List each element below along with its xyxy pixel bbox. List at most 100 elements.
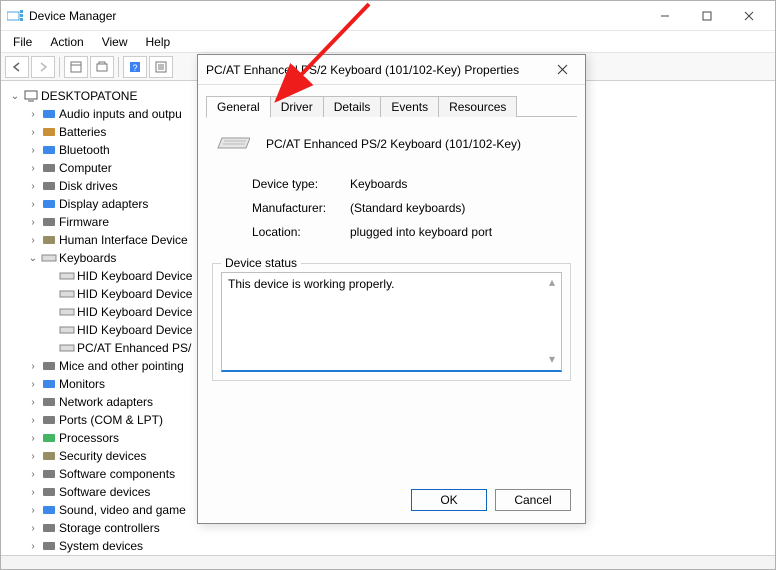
- tree-device-label: HID Keyboard Device: [77, 287, 192, 301]
- collapse-icon[interactable]: ⌄: [27, 252, 39, 264]
- cancel-button[interactable]: Cancel: [495, 489, 571, 511]
- category-icon: [41, 448, 57, 464]
- expand-icon[interactable]: ›: [27, 378, 39, 390]
- expand-icon[interactable]: ›: [27, 522, 39, 534]
- toolbar-help-button[interactable]: ?: [123, 56, 147, 78]
- tree-device-label: HID Keyboard Device: [77, 269, 192, 283]
- tab-general[interactable]: General: [206, 96, 271, 118]
- category-icon: [41, 538, 57, 554]
- expand-icon[interactable]: ›: [27, 414, 39, 426]
- expand-icon[interactable]: ›: [27, 180, 39, 192]
- expand-icon[interactable]: ›: [27, 396, 39, 408]
- maximize-button[interactable]: [687, 2, 727, 30]
- tree-item-label: Processors: [59, 431, 119, 445]
- expand-icon[interactable]: ›: [27, 504, 39, 516]
- tree-root-label: DESKTOPATONE: [41, 89, 137, 103]
- tree-device-label: HID Keyboard Device: [77, 305, 192, 319]
- menu-help[interactable]: Help: [138, 33, 179, 51]
- keyboard-icon: [216, 135, 250, 153]
- menu-file[interactable]: File: [5, 33, 40, 51]
- toolbar-button-4[interactable]: [149, 56, 173, 78]
- expand-icon[interactable]: ›: [27, 108, 39, 120]
- label-manufacturer: Manufacturer:: [252, 201, 350, 215]
- device-name: PC/AT Enhanced PS/2 Keyboard (101/102-Ke…: [266, 137, 521, 151]
- category-icon: [41, 376, 57, 392]
- expand-icon[interactable]: ›: [27, 432, 39, 444]
- expand-icon[interactable]: ›: [27, 360, 39, 372]
- menu-action[interactable]: Action: [42, 33, 91, 51]
- expand-icon[interactable]: ›: [27, 450, 39, 462]
- dialog-titlebar: PC/AT Enhanced PS/2 Keyboard (101/102-Ke…: [198, 55, 585, 85]
- keyboard-icon: [59, 340, 75, 356]
- tree-device-label: HID Keyboard Device: [77, 323, 192, 337]
- keyboard-icon: [59, 322, 75, 338]
- expand-icon[interactable]: ›: [27, 198, 39, 210]
- tree-device-label: PC/AT Enhanced PS/: [77, 341, 191, 355]
- close-button[interactable]: [729, 2, 769, 30]
- tree-item-label: Monitors: [59, 377, 105, 391]
- category-icon: [41, 430, 57, 446]
- tree-item-label: Disk drives: [59, 179, 118, 193]
- keyboard-icon: [59, 304, 75, 320]
- expand-icon[interactable]: ›: [27, 468, 39, 480]
- tree-item[interactable]: ›System devices: [27, 537, 771, 555]
- category-icon: [41, 466, 57, 482]
- label-device-type: Device type:: [252, 177, 350, 191]
- category-icon: [41, 232, 57, 248]
- category-icon: [41, 520, 57, 536]
- value-device-type: Keyboards: [350, 177, 407, 191]
- tree-item-label: Display adapters: [59, 197, 148, 211]
- device-status-text[interactable]: This device is working properly. ▴ ▾: [221, 272, 562, 372]
- tab-driver[interactable]: Driver: [270, 96, 324, 117]
- scrollbar[interactable]: ▴ ▾: [545, 275, 559, 366]
- svg-text:?: ?: [132, 63, 137, 73]
- toolbar-button-2[interactable]: [90, 56, 114, 78]
- window-title: Device Manager: [29, 9, 645, 23]
- status-bar: [1, 555, 775, 569]
- expand-icon[interactable]: ›: [27, 216, 39, 228]
- tree-item-label: Network adapters: [59, 395, 153, 409]
- app-icon: [7, 10, 23, 22]
- toolbar-button-1[interactable]: [64, 56, 88, 78]
- category-icon: [41, 412, 57, 428]
- scroll-down-icon[interactable]: ▾: [549, 352, 555, 366]
- expand-icon[interactable]: ›: [27, 144, 39, 156]
- tree-item-label: Software components: [59, 467, 175, 481]
- tree-item-label: Storage controllers: [59, 521, 160, 535]
- category-icon: [41, 142, 57, 158]
- tree-item-label: Audio inputs and outpu: [59, 107, 182, 121]
- expand-icon[interactable]: ›: [27, 126, 39, 138]
- tab-details[interactable]: Details: [323, 96, 382, 117]
- device-manager-window: Device Manager File Action View Help ? ⌄: [0, 0, 776, 570]
- scroll-up-icon[interactable]: ▴: [549, 275, 555, 289]
- category-icon: [41, 502, 57, 518]
- tree-item-label: Mice and other pointing: [59, 359, 184, 373]
- value-manufacturer: (Standard keyboards): [350, 201, 465, 215]
- ok-button[interactable]: OK: [411, 489, 487, 511]
- tree-item-label: Computer: [59, 161, 112, 175]
- properties-dialog: PC/AT Enhanced PS/2 Keyboard (101/102-Ke…: [197, 54, 586, 524]
- forward-button[interactable]: [31, 56, 55, 78]
- tree-item-label: Firmware: [59, 215, 109, 229]
- tree-item-label: Human Interface Device: [59, 233, 188, 247]
- expand-icon[interactable]: ›: [27, 486, 39, 498]
- collapse-icon[interactable]: ⌄: [9, 90, 21, 102]
- expand-icon[interactable]: ›: [27, 162, 39, 174]
- dialog-close-button[interactable]: [547, 56, 577, 84]
- minimize-button[interactable]: [645, 2, 685, 30]
- category-icon: [41, 394, 57, 410]
- tab-general-pane: PC/AT Enhanced PS/2 Keyboard (101/102-Ke…: [198, 117, 585, 389]
- tab-resources[interactable]: Resources: [438, 96, 517, 117]
- keyboards-icon: [41, 250, 57, 266]
- titlebar: Device Manager: [1, 1, 775, 31]
- tree-item-label: Bluetooth: [59, 143, 110, 157]
- expand-icon[interactable]: ›: [27, 234, 39, 246]
- expand-icon[interactable]: ›: [27, 540, 39, 552]
- category-icon: [41, 124, 57, 140]
- tree-item-label: Sound, video and game: [59, 503, 186, 517]
- tab-events[interactable]: Events: [380, 96, 439, 117]
- back-button[interactable]: [5, 56, 29, 78]
- menu-view[interactable]: View: [94, 33, 136, 51]
- tree-item-label: Security devices: [59, 449, 146, 463]
- category-icon: [41, 160, 57, 176]
